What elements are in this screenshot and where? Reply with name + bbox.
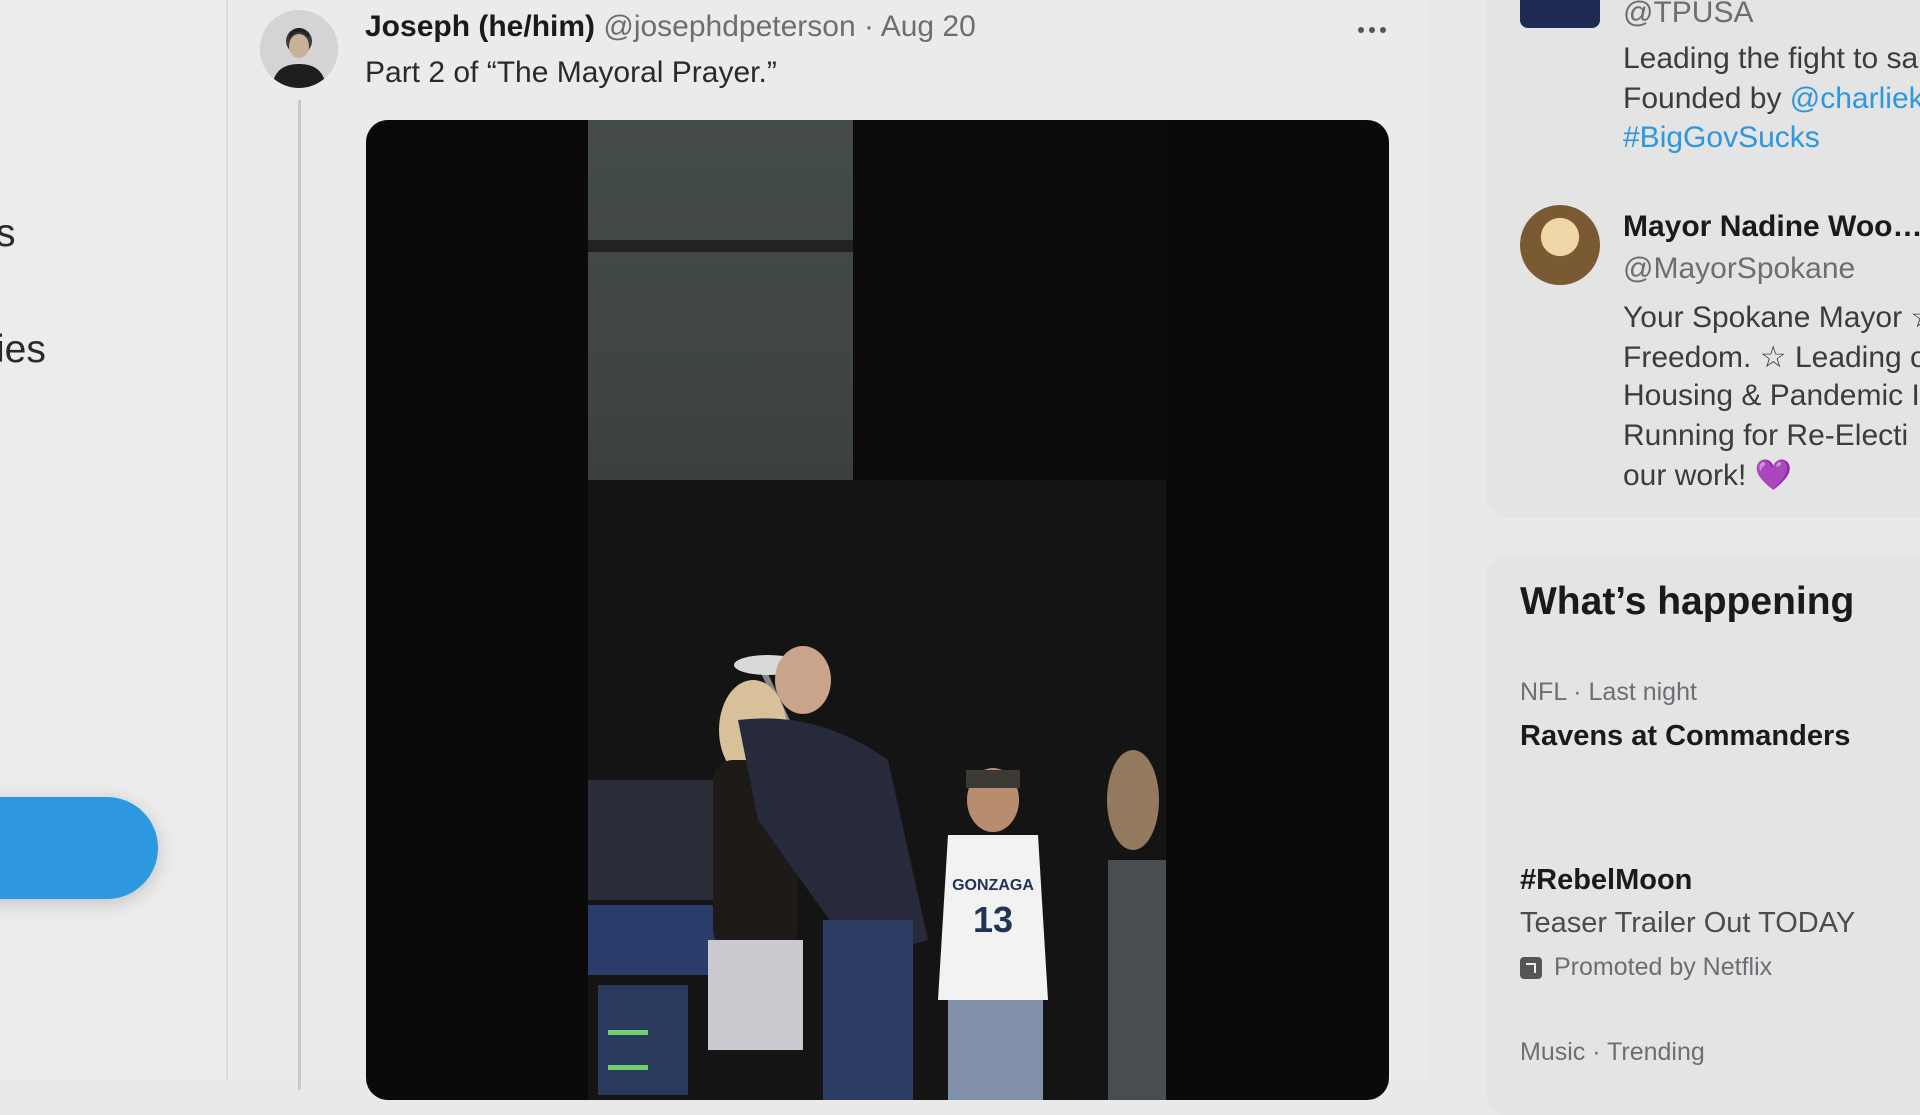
author-handle[interactable]: @josephdpeterson xyxy=(603,10,855,43)
biggovsucks-hashtag[interactable]: #BigGovSucks xyxy=(1623,121,1820,155)
nav-item-partial-1[interactable]: s xyxy=(0,212,16,256)
tpusa-handle[interactable]: @TPUSA xyxy=(1623,0,1753,30)
tpusa-bio-line-1: Leading the fight to sa xyxy=(1623,42,1919,75)
nav-item-partial-2[interactable]: ies xyxy=(0,328,46,372)
mayor-bio-line-2: Freedom. ☆ Leading o xyxy=(1623,341,1920,374)
trend-1-title[interactable]: Ravens at Commanders xyxy=(1520,720,1850,753)
whats-happening-title: What’s happening xyxy=(1520,580,1855,623)
trend-2-title[interactable]: #RebelMoon xyxy=(1520,864,1692,897)
trend-2-subtitle: Teaser Trailer Out TODAY xyxy=(1520,907,1856,939)
author-name[interactable]: Joseph (he/him) xyxy=(365,10,595,43)
left-nav: s ies xyxy=(0,0,226,1080)
tweet-header: Joseph (he/him) @josephdpeterson · Aug 2… xyxy=(365,10,976,44)
more-horizontal-icon[interactable] xyxy=(1358,22,1398,38)
jersey-number: 13 xyxy=(973,899,1013,940)
whats-happening-card xyxy=(1486,555,1920,1115)
tpusa-bio-founded: Founded by xyxy=(1623,82,1790,115)
tweet-text: Part 2 of “The Mayoral Prayer.” xyxy=(365,56,777,89)
mayor-avatar[interactable] xyxy=(1520,205,1600,285)
jersey-text: GONZAGA xyxy=(952,877,1034,894)
tweet-video[interactable]: GONZAGA 13 xyxy=(366,120,1389,1100)
tpusa-avatar[interactable] xyxy=(1520,0,1600,28)
mayor-bio-line-3: Housing & Pandemic I xyxy=(1623,379,1920,412)
promoted-label: Promoted by Netflix xyxy=(1554,953,1773,981)
post-button[interactable] xyxy=(0,797,158,899)
mayor-bio-line-4: Running for Re-Electi xyxy=(1623,419,1909,452)
charliek-link[interactable]: @charliek xyxy=(1790,82,1920,115)
mayor-bio-line-5: our work! 💜 xyxy=(1623,459,1793,492)
mayor-bio-line-1: Your Spokane Mayor ☆ xyxy=(1623,301,1920,334)
tweet-date[interactable]: Aug 20 xyxy=(881,10,976,43)
header-separator: · xyxy=(864,10,875,43)
tpusa-bio-line-2: Founded by @charliek xyxy=(1623,82,1920,116)
video-frame-content: GONZAGA 13 xyxy=(588,120,1166,1100)
promoted-icon xyxy=(1520,956,1542,979)
mayor-handle[interactable]: @MayorSpokane xyxy=(1623,252,1855,286)
trend-3-meta: Music · Trending xyxy=(1520,1038,1705,1066)
author-avatar[interactable] xyxy=(260,10,338,88)
main-timeline: Joseph (he/him) @josephdpeterson · Aug 2… xyxy=(226,0,1430,1100)
trend-1-meta: NFL · Last night xyxy=(1520,678,1697,706)
promoted-row: Promoted by Netflix xyxy=(1520,953,1772,982)
thread-line xyxy=(298,100,301,1090)
mayor-name[interactable]: Mayor Nadine Woo… xyxy=(1623,210,1920,244)
